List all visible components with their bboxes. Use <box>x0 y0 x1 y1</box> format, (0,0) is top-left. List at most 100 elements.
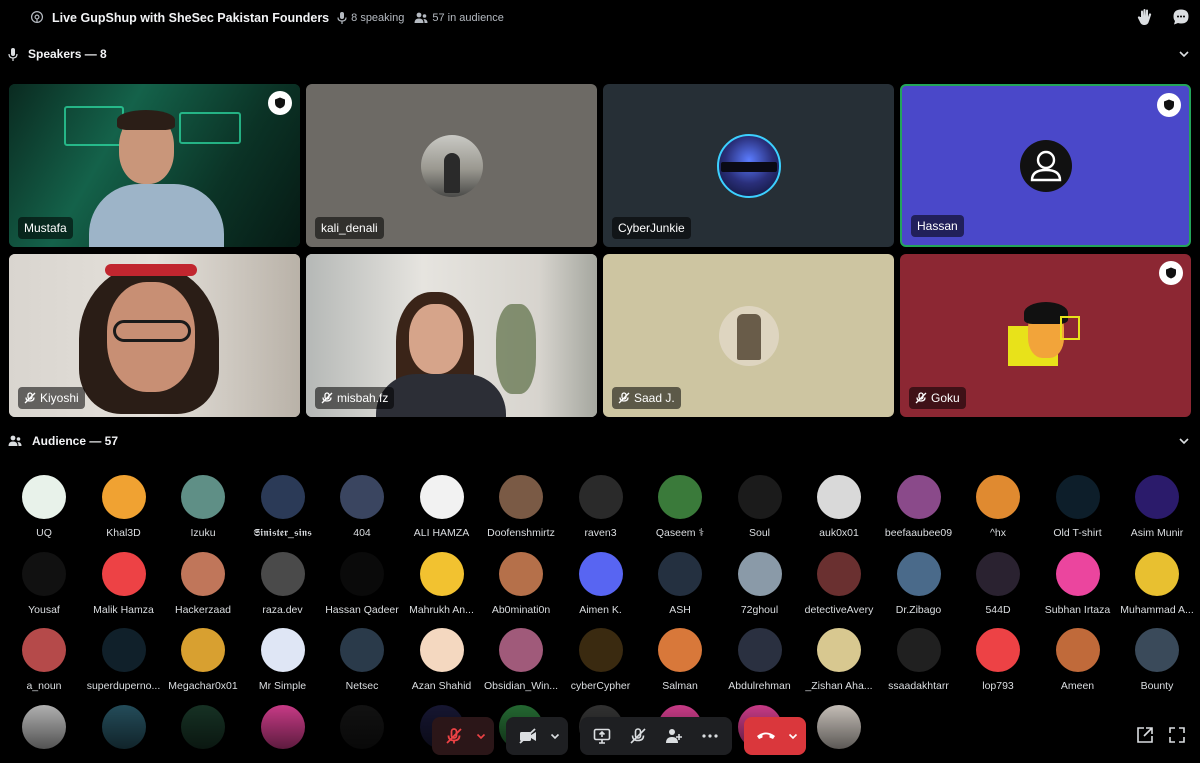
audience-member[interactable]: 𝕾𝖎𝖓𝖎𝖘𝖙𝖊𝖗_𝖘𝖎𝖓𝖘 <box>243 475 323 540</box>
pop-out-icon[interactable] <box>1136 726 1154 744</box>
audience-member-name: Salman <box>662 680 698 692</box>
speaker-tile-saad-j[interactable]: Saad J. <box>603 254 894 417</box>
audience-member[interactable]: Yousaf <box>4 552 84 616</box>
screen-share-icon <box>593 728 611 744</box>
audience-member[interactable]: Subhan Irtaza <box>1038 552 1118 616</box>
avatar <box>716 133 781 198</box>
audience-member[interactable]: Dr.Zibago <box>879 552 959 616</box>
camera-button[interactable] <box>510 720 546 752</box>
audience-member[interactable]: Bounty <box>1117 628 1197 692</box>
disconnect-options-button[interactable] <box>784 720 802 752</box>
audience-member[interactable]: Qaseem ⚕ <box>640 475 720 539</box>
audience-member-name: raza.dev <box>262 604 303 616</box>
avatar <box>658 552 702 596</box>
voice-controls <box>432 717 806 755</box>
audience-member[interactable]: ^hx <box>958 475 1038 539</box>
audience-member[interactable]: Hassan Qadeer <box>322 552 402 616</box>
camera-options-button[interactable] <box>546 720 564 752</box>
speaker-mode-button[interactable] <box>620 720 656 752</box>
audience-member-name: ^hx <box>989 527 1007 539</box>
audience-member[interactable]: Ab0minati0n <box>481 552 561 616</box>
speaker-tile-hassan[interactable]: Hassan <box>900 84 1191 247</box>
audience-member[interactable]: Obsidian_Win... <box>481 628 561 692</box>
more-options-button[interactable] <box>692 720 728 752</box>
speaker-tile-mustafa[interactable]: Mustafa <box>9 84 300 247</box>
audience-member[interactable]: Abdulrehman <box>720 628 800 692</box>
fullscreen-icon[interactable] <box>1168 726 1186 744</box>
disconnect-button[interactable] <box>748 720 784 752</box>
audience-member[interactable]: a_noun <box>4 628 84 692</box>
audience-member[interactable]: Malik Hamza <box>84 552 164 616</box>
audience-member-name: Hassan Qadeer <box>325 604 399 616</box>
audience-member[interactable]: detectiveAvery <box>799 552 879 616</box>
audience-member[interactable]: ssaadakhtarr <box>879 628 959 692</box>
audience-member[interactable]: Asim Munir <box>1117 475 1197 539</box>
audience-member[interactable]: beefaaubee09 <box>879 475 959 539</box>
audience-member[interactable]: Soul <box>720 475 800 539</box>
avatar <box>499 552 543 596</box>
audience-member[interactable]: ASH <box>640 552 720 616</box>
audience-member[interactable]: Azan Shahid <box>402 628 482 692</box>
audience-member[interactable] <box>322 705 402 749</box>
mute-control-group <box>432 717 494 755</box>
audience-member-name: 𝕾𝖎𝖓𝖎𝖘𝖙𝖊𝖗_𝖘𝖎𝖓𝖘 <box>253 527 312 539</box>
avatar <box>1135 552 1179 596</box>
speakers-section-header[interactable]: Speakers — 8 <box>0 43 1200 65</box>
chevron-down-icon[interactable] <box>1178 48 1190 60</box>
audience-member[interactable] <box>84 705 164 749</box>
audience-member[interactable]: cyberCypher <box>561 628 641 692</box>
audience-member[interactable]: Hackerzaad <box>163 552 243 616</box>
audience-member[interactable]: Mr Simple <box>243 628 323 692</box>
audience-member[interactable]: Khal3D <box>84 475 164 539</box>
audience-member-name: lop793 <box>982 680 1014 692</box>
audience-member[interactable] <box>243 705 323 749</box>
chat-icon[interactable] <box>1172 8 1190 26</box>
audience-member[interactable]: UQ <box>4 475 84 539</box>
audience-member[interactable]: Mahrukh An... <box>402 552 482 616</box>
person-silhouette <box>443 152 460 193</box>
audience-member[interactable] <box>4 705 84 749</box>
audience-member[interactable] <box>799 705 879 749</box>
audience-member[interactable]: superduperno... <box>84 628 164 692</box>
speaker-tile-kali-denali[interactable]: kali_denali <box>306 84 597 247</box>
avatar <box>22 705 66 749</box>
audience-member[interactable]: Megachar0x01 <box>163 628 243 692</box>
audience-member[interactable]: ALI HAMZA <box>402 475 482 539</box>
audience-member[interactable]: auk0x01 <box>799 475 879 539</box>
audience-member[interactable] <box>163 705 243 749</box>
audience-member[interactable]: Muhammad A... <box>1117 552 1197 616</box>
speaker-name: Kiyoshi <box>18 387 85 409</box>
audience-member[interactable]: Izuku <box>163 475 243 539</box>
mute-button[interactable] <box>436 720 472 752</box>
audience-member[interactable]: 72ghoul <box>720 552 800 616</box>
audience-member[interactable]: 404 <box>322 475 402 539</box>
audience-member[interactable]: Netsec <box>322 628 402 692</box>
audience-member[interactable]: Old T-shirt <box>1038 475 1118 539</box>
audience-member[interactable]: lop793 <box>958 628 1038 692</box>
monitor-graphic <box>64 106 124 146</box>
avatar <box>181 475 225 519</box>
move-to-audience-button[interactable] <box>656 720 692 752</box>
audience-member[interactable]: Doofenshmirtz <box>481 475 561 539</box>
mute-options-button[interactable] <box>472 720 490 752</box>
audience-member[interactable]: raza.dev <box>243 552 323 616</box>
speaker-tile-cyberjunkie[interactable]: CyberJunkie <box>603 84 894 247</box>
screen-share-button[interactable] <box>584 720 620 752</box>
chevron-down-icon[interactable] <box>1178 435 1190 447</box>
speaker-name: Goku <box>909 387 966 409</box>
audience-member-name: raven3 <box>584 527 617 539</box>
speaker-tile-goku[interactable]: Goku <box>900 254 1191 417</box>
speaker-tile-kiyoshi[interactable]: Kiyoshi <box>9 254 300 417</box>
audience-member[interactable]: Salman <box>640 628 720 692</box>
audience-member[interactable]: 544D <box>958 552 1038 616</box>
audience-member-name: Hackerzaad <box>174 604 232 616</box>
audience-member[interactable]: _Zishan Aha... <box>799 628 879 692</box>
audience-section-header[interactable]: Audience — 57 <box>0 430 1200 452</box>
audience-member[interactable]: Ameen <box>1038 628 1118 692</box>
people-icon <box>8 435 22 446</box>
audience-member[interactable]: raven3 <box>561 475 641 539</box>
raise-hand-icon[interactable] <box>1136 8 1154 26</box>
speaker-tile-misbah-fz[interactable]: misbah.fz <box>306 254 597 417</box>
audience-member[interactable]: Aimen K. <box>561 552 641 616</box>
avatar <box>658 628 702 672</box>
